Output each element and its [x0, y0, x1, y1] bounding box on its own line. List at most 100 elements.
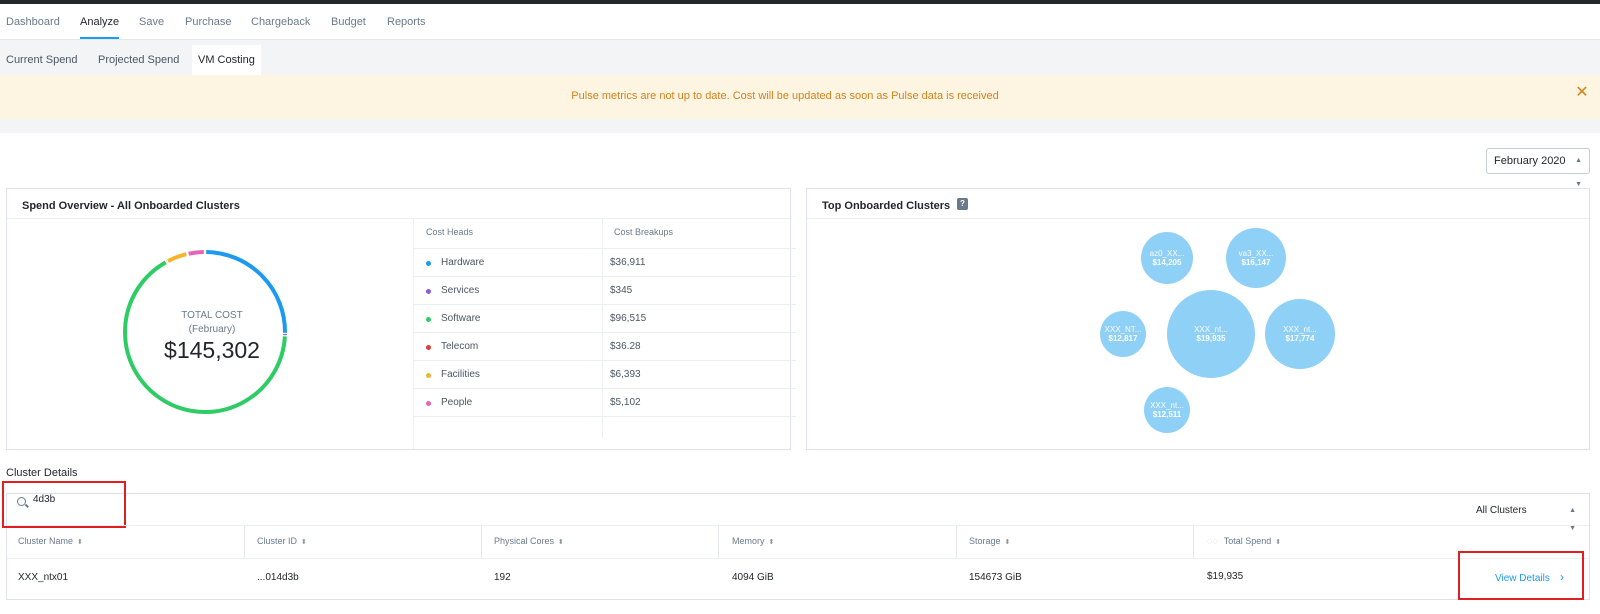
month-select[interactable]: February 2020 ▲ ▼ [1486, 148, 1590, 188]
select-arrows-icon: ▲ ▼ [1569, 507, 1576, 532]
total-cost-value: $145,302 [164, 337, 260, 363]
spacer-band [0, 119, 1600, 133]
cost-row-end [413, 416, 796, 417]
donut-segment-facilities [166, 252, 187, 263]
col-header-storage[interactable]: Storage ⬍ [969, 536, 1010, 546]
total-cost-period: (February) [188, 324, 236, 335]
cell-cluster-id: ...014d3b [257, 572, 299, 583]
bubble-name: va3_XX... [1238, 249, 1274, 258]
card-header-divider [807, 218, 1589, 219]
view-details-label: View Details [1495, 573, 1550, 584]
nav-tab-save[interactable]: Save [139, 4, 164, 39]
tab-vm-costing[interactable]: VM Costing [192, 45, 261, 75]
sub-tabs: Current Spend Projected Spend VM Costing [0, 40, 1600, 75]
main-nav: Dashboard Analyze Save Purchase Chargeba… [0, 4, 1600, 40]
cluster-bubble[interactable]: XXX_nt... $12,511 [1144, 387, 1190, 433]
bubble-value: $16,147 [1241, 258, 1271, 267]
column-divider [481, 526, 482, 558]
top-clusters-title: Top Onboarded Clusters [822, 200, 951, 212]
spend-overview-title: Spend Overview - All Onboarded Clusters [22, 200, 240, 212]
cost-heads-header: Cost Heads [426, 227, 474, 237]
cost-breakup-value: $36.28 [610, 341, 641, 352]
cost-row: People $5,102 [413, 388, 796, 416]
sort-icon: ⬍ [558, 539, 564, 546]
cost-breakups-header: Cost Breakups [614, 227, 674, 237]
close-icon[interactable]: ✕ [1574, 85, 1590, 101]
search-input-value: 4d3b [33, 494, 56, 505]
cost-row: Hardware $36,911 [413, 248, 796, 276]
cost-row: Telecom $36.28 [413, 332, 796, 360]
bubble-value: $17,774 [1285, 334, 1315, 343]
col-header-cluster-name[interactable]: Cluster Name ⬍ [18, 536, 83, 546]
bubble-name: XXX_nt... [1283, 325, 1317, 334]
cost-breakup-value: $345 [610, 285, 633, 296]
cost-head-name: People [441, 397, 473, 408]
cluster-bubble[interactable]: va3_XX... $16,147 [1226, 228, 1286, 288]
cost-breakup-value: $96,515 [610, 313, 647, 324]
cost-row: Services $345 [413, 276, 796, 304]
cell-storage: 154673 GiB [969, 572, 1022, 583]
table-row-divider [7, 558, 1589, 559]
nav-tab-reports[interactable]: Reports [387, 4, 426, 39]
cluster-filter-select[interactable]: All Clusters ▲ ▼ [1476, 502, 1576, 532]
banner-message: Pulse metrics are not up to date. Cost w… [571, 90, 999, 102]
col-header-physical-cores[interactable]: Physical Cores ⬍ [494, 536, 564, 546]
column-divider [1193, 526, 1194, 558]
cost-head-name: Software [441, 313, 481, 324]
col-header-label: Cluster ID [257, 536, 298, 546]
cluster-bubble[interactable]: XXX_nt... $17,774 [1265, 299, 1335, 369]
top-clusters-card: Top Onboarded Clusters ? az0_XX... $14,2… [806, 188, 1590, 450]
cost-head-name: Telecom [441, 341, 479, 352]
bubble-name: XXX_nt... [1150, 401, 1184, 410]
people-dot [426, 401, 431, 406]
card-header-divider [7, 218, 790, 219]
column-divider [956, 526, 957, 558]
cluster-details-title: Cluster Details [6, 467, 78, 479]
chevron-right-icon: › [1560, 570, 1564, 584]
col-header-memory[interactable]: Memory ⬍ [732, 536, 774, 546]
hardware-dot [426, 261, 431, 266]
cost-head-name: Hardware [441, 257, 485, 268]
services-dot [426, 289, 431, 294]
col-header-label: Cluster Name [18, 536, 74, 546]
software-dot [426, 317, 431, 322]
col-header-cluster-id[interactable]: Cluster ID ⬍ [257, 536, 307, 546]
cluster-bubble[interactable]: XXX_nt... $19,935 [1167, 290, 1255, 378]
cluster-bubble[interactable]: XXX_NT... $12,817 [1100, 311, 1146, 357]
view-details-button[interactable]: View Details › [1458, 551, 1584, 600]
cell-physical-cores: 192 [494, 572, 511, 583]
cluster-bubble[interactable]: az0_XX... $14,205 [1141, 232, 1193, 284]
tab-projected-spend[interactable]: Projected Spend [92, 45, 185, 75]
sort-icon: ⬍ [77, 539, 83, 546]
search-input[interactable]: 4d3b [2, 481, 126, 528]
nav-tab-chargeback[interactable]: Chargeback [251, 4, 310, 39]
cell-total-spend: $19,935 [1207, 571, 1244, 582]
total-cost-label: TOTAL COST [181, 310, 243, 321]
nav-tab-budget[interactable]: Budget [331, 4, 366, 39]
column-divider [718, 526, 719, 558]
col-header-label: Physical Cores [494, 536, 555, 546]
cost-breakup-value: $5,102 [610, 397, 641, 408]
col-header-label: Storage [969, 536, 1001, 546]
sort-icon: ⬍ [301, 539, 307, 546]
col-header-label: Total Spend [1223, 536, 1272, 546]
nav-tab-purchase[interactable]: Purchase [185, 4, 231, 39]
bubble-name: XXX_NT... [1104, 325, 1142, 334]
help-icon[interactable]: ? [957, 198, 968, 210]
spend-overview-card: Spend Overview - All Onboarded Clusters … [6, 188, 796, 450]
col-header-total-spend[interactable]: ◌◌ Total Spend ⬍ [1207, 536, 1281, 546]
cost-head-name: Facilities [441, 369, 480, 380]
cost-breakup-value: $36,911 [610, 257, 646, 268]
bubble-value: $12,817 [1108, 334, 1138, 343]
cost-breakup-value: $6,393 [610, 369, 641, 380]
donut-segment-people [188, 250, 204, 256]
bubble-value: $19,935 [1196, 334, 1226, 343]
cost-row: Software $96,515 [413, 304, 796, 332]
bubble-name: XXX_nt... [1194, 325, 1228, 334]
col-header-label: Memory [732, 536, 765, 546]
nav-tab-dashboard[interactable]: Dashboard [6, 4, 60, 39]
tab-current-spend[interactable]: Current Spend [0, 45, 84, 75]
nav-tab-analyze[interactable]: Analyze [80, 4, 120, 39]
column-divider [244, 526, 245, 558]
sort-icon: ⬍ [768, 539, 775, 546]
